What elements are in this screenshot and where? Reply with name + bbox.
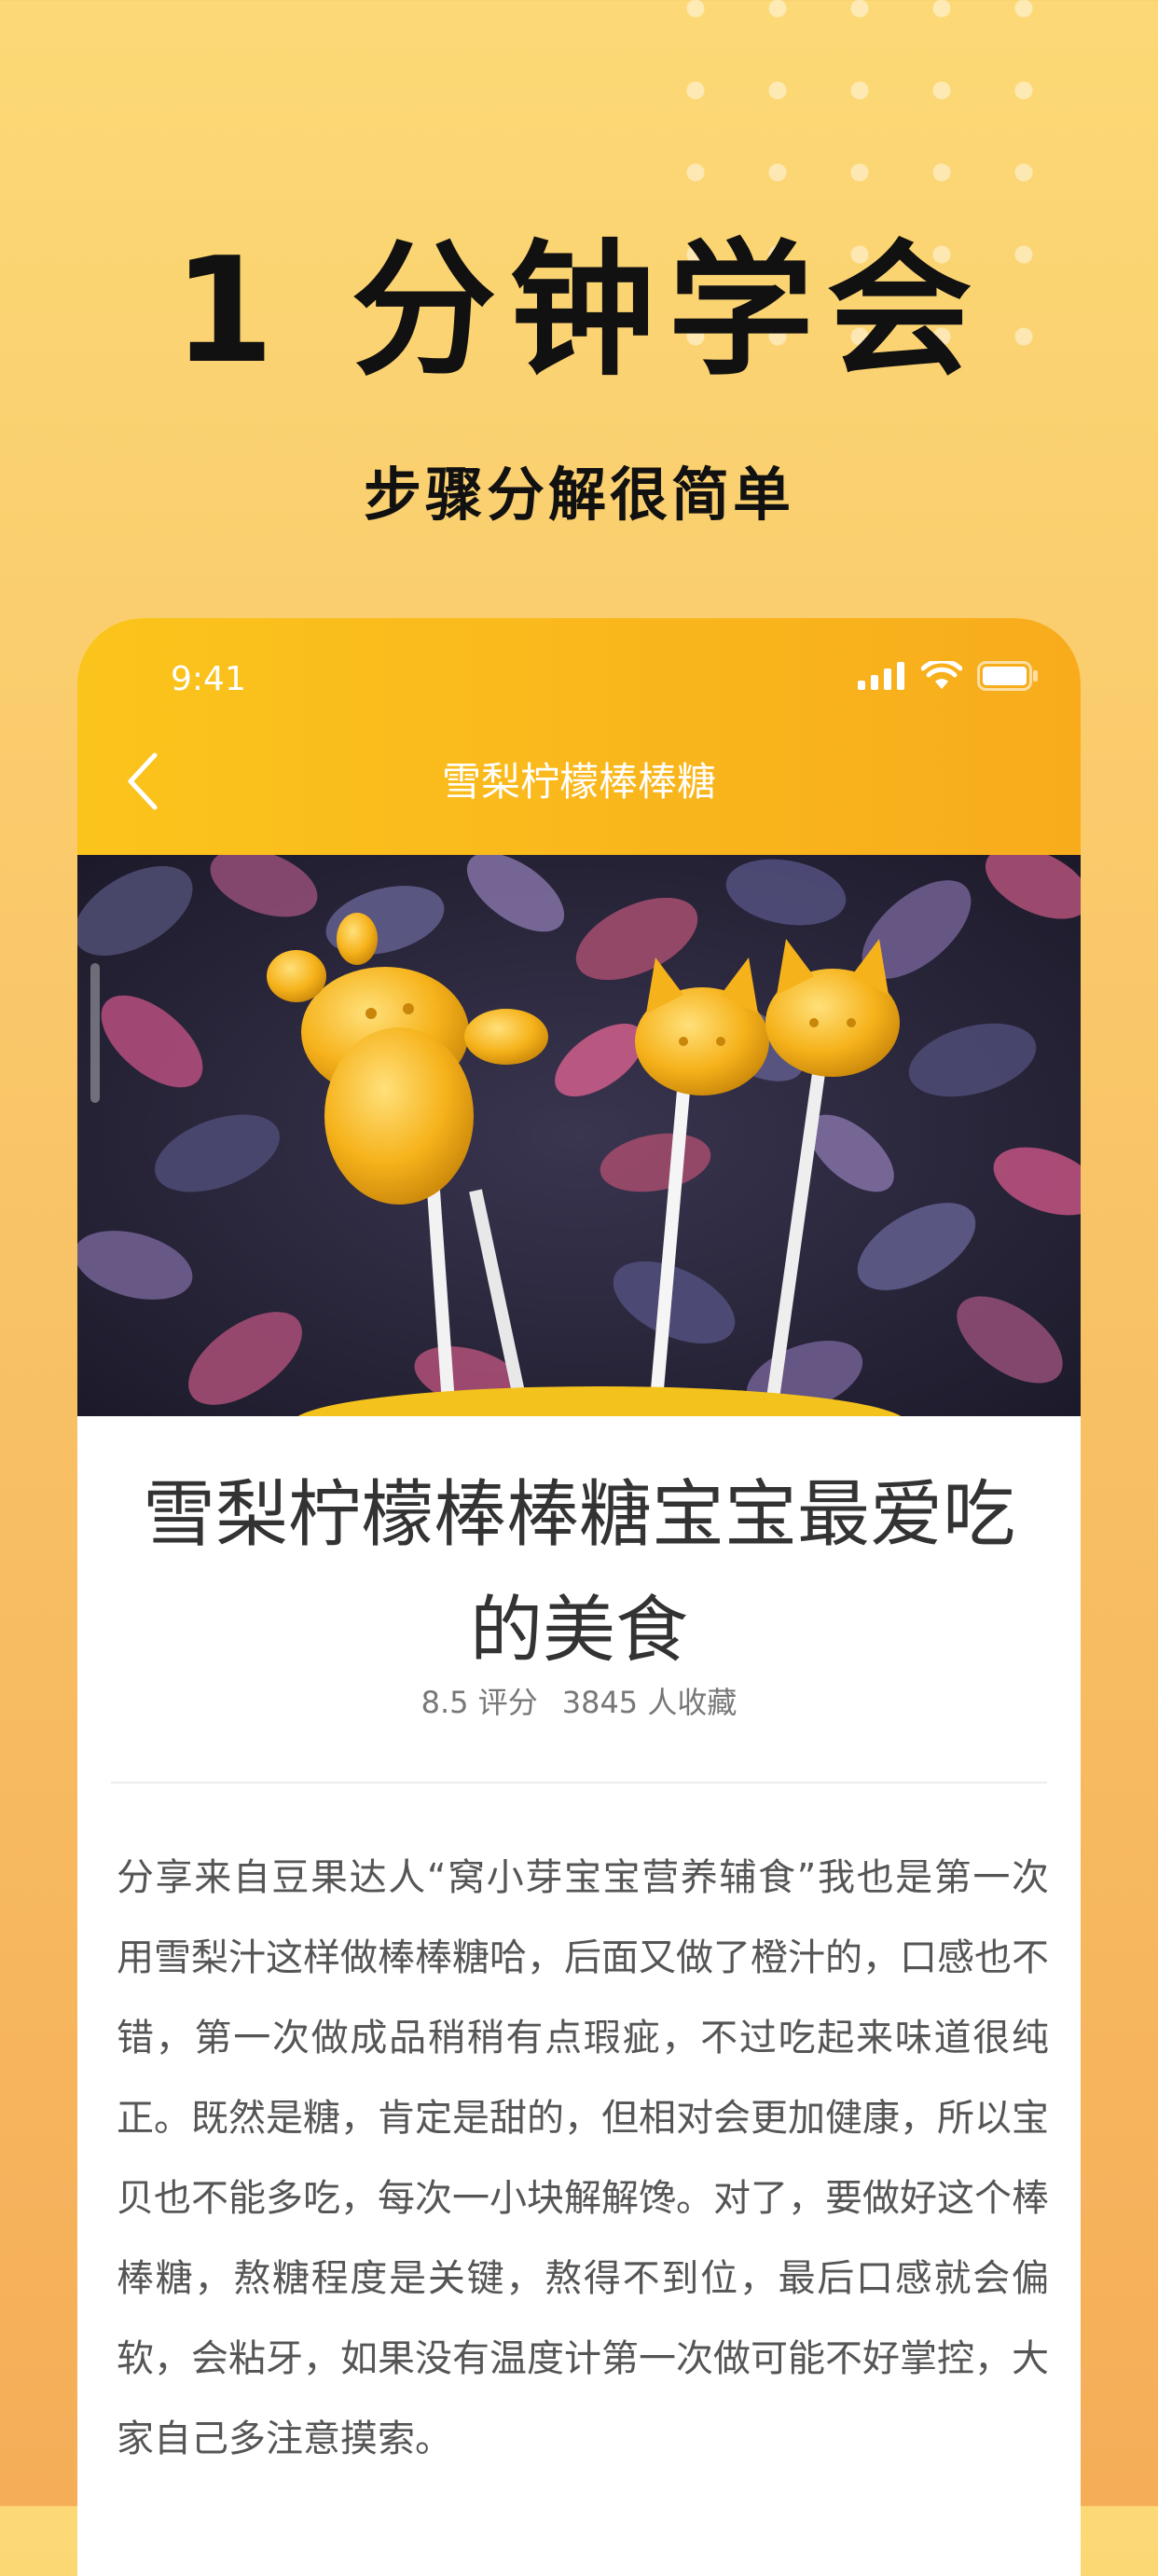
status-time: 9:41	[171, 660, 246, 698]
signal-icon	[858, 662, 904, 690]
recipe-title: 雪梨柠檬棒棒糖宝宝最爱吃的美食	[142, 1473, 1015, 1673]
hero-image	[77, 855, 1081, 1416]
battery-icon	[977, 661, 1038, 691]
divider	[111, 1782, 1047, 1784]
app-header: 9:41 雪梨柠檬棒棒糖	[77, 618, 1081, 855]
status-icons	[858, 661, 1039, 691]
promo-subline: 步骤分解很简单	[363, 461, 794, 529]
side-scroll-handle[interactable]	[90, 963, 100, 1103]
wifi-icon	[921, 661, 962, 689]
recipe-meta: 8.5 评分 3845 人收藏	[77, 1687, 1081, 1717]
lollipop-photo	[77, 855, 1081, 1416]
rating-text: 8.5 评分	[420, 1685, 538, 1720]
promo-headline: 1 分钟学会	[172, 226, 986, 395]
favorites-count: 3845 人收藏	[561, 1685, 738, 1720]
phone-mockup: 9:41 雪梨柠檬棒棒糖 雪梨柠檬棒棒糖宝宝最爱吃的美食 8.5 评分 3845…	[77, 618, 1081, 2576]
recipe-description: 分享来自豆果达人“窝小芽宝宝营养辅食”我也是第一次用雪梨汁这样做棒棒糖哈，后面又…	[117, 1856, 1049, 2460]
nav-title: 雪梨柠檬棒棒糖	[441, 759, 716, 805]
